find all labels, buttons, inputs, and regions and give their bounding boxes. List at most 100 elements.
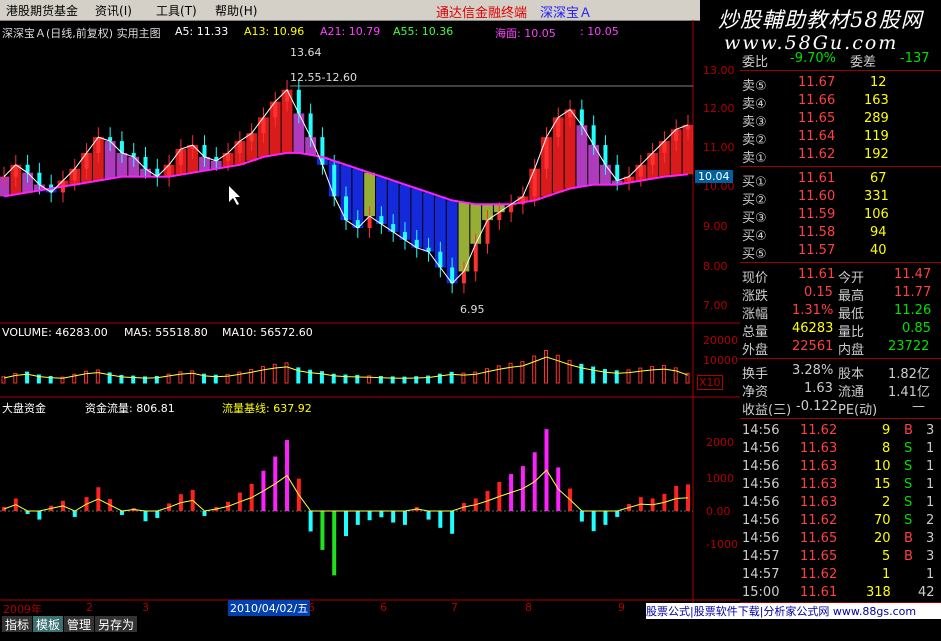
fin-eps-label: 收益(三) [742, 403, 792, 418]
fund-flow-bar [402, 511, 407, 525]
stat-outer-label: 外盘 [742, 343, 769, 358]
fin-eps-value: -0.122 [796, 399, 838, 414]
fund-flow-bar [308, 511, 313, 532]
fund-base: 流量基线: 637.92 [222, 402, 312, 415]
fund-flow-bar [119, 511, 124, 515]
fund-flow-bar [591, 511, 596, 532]
tick-time: 14:56 [742, 477, 780, 492]
ratio-label: 委比 [742, 55, 769, 70]
sell-row-4[interactable]: 卖④ 11.66 163 [740, 92, 941, 112]
tick-row[interactable]: 14:57 11.65 5 B 3 [740, 548, 941, 566]
x-label-8: 8 [525, 601, 532, 614]
x-label-7: 7 [451, 601, 458, 614]
fund-flow-bar [603, 511, 608, 525]
chart-area[interactable]: 深深宝Ａ(日线,前复权) 实用主图 A5: 11.33 A13: 10.96 A… [0, 20, 740, 616]
sell-row-5[interactable]: 卖⑤ 11.67 12 [740, 74, 941, 94]
tick-price: 11.65 [800, 549, 838, 564]
price-tick-11: 11.00 [703, 141, 735, 154]
volume-bar [567, 359, 572, 384]
stat-pct-value: 1.31% [792, 303, 834, 318]
buy-row-2[interactable]: 买② 11.60 331 [740, 188, 941, 208]
buy-row-5[interactable]: 买⑤ 11.57 40 [740, 242, 941, 262]
sell-1-vol: 192 [864, 147, 889, 162]
tab-indicator[interactable]: 指标 [2, 616, 33, 632]
cloud-band [458, 202, 470, 272]
menu-item-tools[interactable]: 工具(T) [156, 2, 197, 19]
tick-row[interactable]: 14:56 11.63 15 S 1 [740, 476, 941, 494]
tick-side: S [904, 441, 913, 456]
stat-change-value: 0.15 [804, 285, 833, 300]
app-title: 通达信金融终端 [436, 6, 528, 21]
sell-row-3[interactable]: 卖③ 11.65 289 [740, 110, 941, 130]
annot-range: 12.55-12.60 [290, 71, 357, 84]
sell-3-price: 11.65 [798, 111, 836, 126]
menu-item-news[interactable]: 资讯(I) [95, 2, 132, 19]
buy-5-vol: 40 [870, 243, 887, 258]
vol-tick-10000: 10000 [703, 354, 738, 367]
price-tick-9: 9.00 [703, 220, 728, 233]
volume-bar [532, 355, 537, 384]
legend-a55: A55: 10.36 [393, 25, 454, 38]
sell-2-price: 11.64 [798, 129, 836, 144]
tick-row[interactable]: 14:57 11.62 1 1 [740, 566, 941, 584]
x-label-6: 6 [380, 601, 387, 614]
volume-bar [626, 369, 631, 384]
menu-item-help[interactable]: 帮助(H) [215, 2, 257, 19]
tab-template[interactable]: 模板 [33, 616, 64, 632]
tick-volume: 8 [882, 441, 891, 456]
tab-save-as[interactable]: 另存为 [95, 616, 138, 632]
menu-item-hk-futures[interactable]: 港股期货基金 [6, 2, 78, 19]
tab-manage[interactable]: 管理 [64, 616, 95, 632]
main-chart-title: 深深宝Ａ(日线,前复权) 实用主图 [2, 27, 161, 40]
chart-svg[interactable] [0, 20, 740, 616]
fund-tick-0: 0.00 [706, 505, 731, 518]
buy-row-4[interactable]: 买④ 11.58 94 [740, 224, 941, 244]
sell-row-1[interactable]: 卖① 11.62 192 [740, 146, 941, 166]
quote-panel: 委比 -9.70% 委差 -137 卖⑤ 11.67 12 卖④ 11.66 163 卖… [740, 20, 941, 620]
x-label-9: 9 [618, 601, 625, 614]
fin-pe-label: PE(动) [838, 403, 878, 418]
fund-tick-neg1000: -1000 [706, 538, 738, 551]
sell-row-2[interactable]: 卖② 11.64 119 [740, 128, 941, 148]
vol-legend: VOLUME: 46283.00 [2, 326, 108, 339]
fin-row-eps: 收益(三) -0.122 PE(动) — [740, 398, 941, 418]
x-label-3: 3 [142, 601, 149, 614]
tick-row[interactable]: 14:56 11.63 2 S 1 [740, 494, 941, 512]
tick-row[interactable]: 14:56 11.62 9 B 3 [740, 422, 941, 440]
tick-time: 14:56 [742, 495, 780, 510]
tick-count: 1 [926, 459, 935, 474]
tick-count: 1 [926, 495, 935, 510]
buy-row-1[interactable]: 买① 11.61 67 [740, 170, 941, 190]
sell-1-price: 11.62 [798, 147, 836, 162]
current-price-marker: 10.04 [695, 170, 733, 183]
stat-price-value: 11.61 [798, 267, 836, 282]
buy-2-price: 11.60 [798, 189, 836, 204]
volume-bar [614, 370, 619, 384]
tick-row[interactable]: 15:00 11.61 318 42 [740, 584, 941, 602]
legend-a13: A13: 10.96 [244, 25, 305, 38]
volume-bar [673, 367, 678, 384]
tick-price: 11.63 [800, 477, 838, 492]
buy-row-3[interactable]: 买③ 11.59 106 [740, 206, 941, 226]
fund-tick-1000: 1000 [706, 472, 734, 485]
buy-2-vol: 331 [864, 189, 889, 204]
stat-row-pct: 涨幅 1.31% 最低 11.26 [740, 302, 941, 322]
volume-bar [638, 367, 643, 384]
stat-row-outer: 外盘 22561 内盘 23722 [740, 338, 941, 358]
tick-row[interactable]: 14:56 11.62 70 S 2 [740, 512, 941, 530]
tick-row[interactable]: 14:56 11.63 10 S 1 [740, 458, 941, 476]
tick-row[interactable]: 14:56 11.63 8 S 1 [740, 440, 941, 458]
buy-3-vol: 106 [864, 207, 889, 222]
tick-side: S [904, 477, 913, 492]
tick-row[interactable]: 14:56 11.65 20 B 3 [740, 530, 941, 548]
fund-flow-bar [367, 511, 372, 521]
volume-bar [260, 366, 265, 384]
tick-volume: 20 [874, 531, 891, 546]
price-tick-8: 8.00 [703, 260, 728, 273]
volume-bar [284, 362, 289, 384]
fund-name: 大盘资金 [2, 402, 46, 415]
mouse-cursor-icon [229, 186, 240, 205]
volume-bar [485, 368, 490, 384]
buy-1-price: 11.61 [798, 171, 836, 186]
vol-ma10: MA10: 56572.60 [222, 326, 313, 339]
